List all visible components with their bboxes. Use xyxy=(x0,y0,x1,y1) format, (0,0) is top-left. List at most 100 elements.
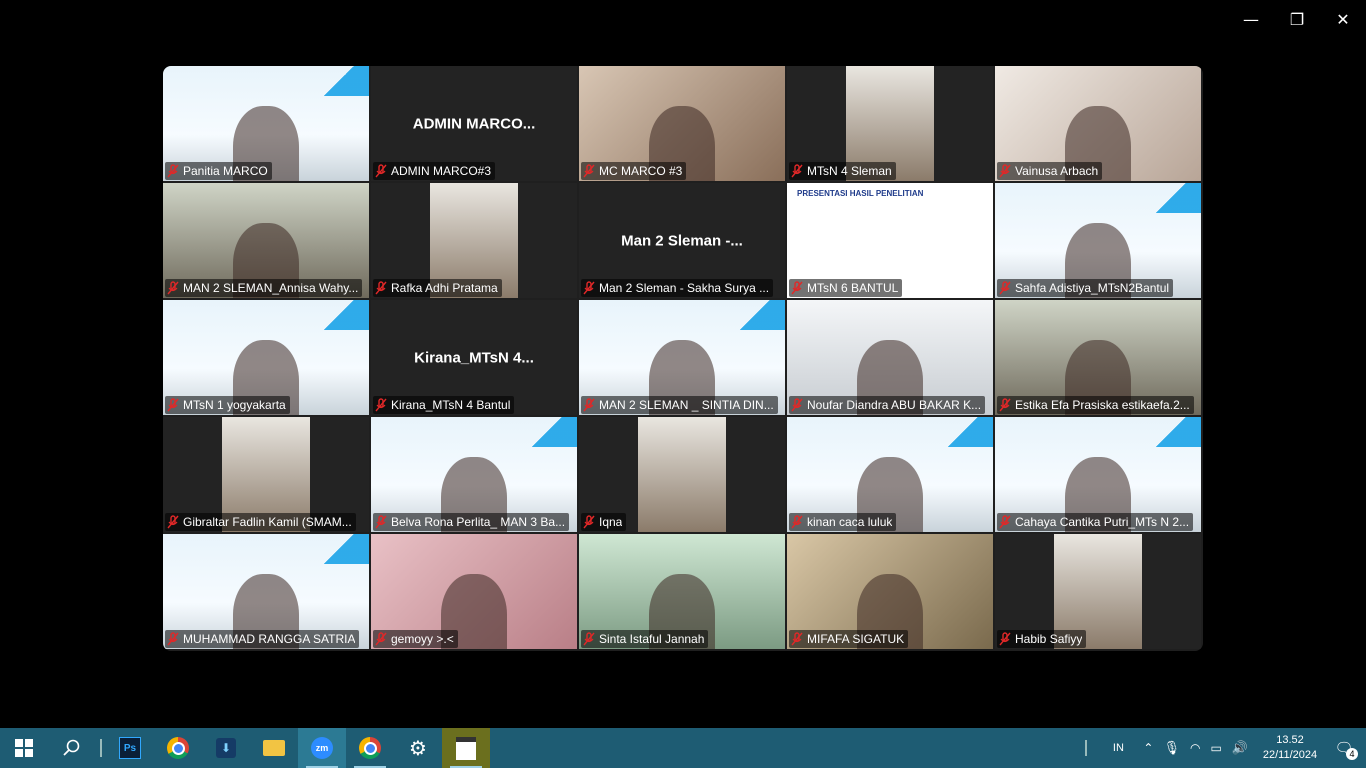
participant-label: Estika Efa Prasiska estikaefa.2... xyxy=(997,396,1194,414)
participant-name: Panitia MARCO xyxy=(183,164,268,178)
participant-tile[interactable]: MUHAMMAD RANGGA SATRIA xyxy=(163,534,369,649)
participant-tile[interactable]: Vainusa Arbach xyxy=(995,66,1201,181)
participant-label: Habib Safiyy xyxy=(997,630,1087,648)
search-button[interactable] xyxy=(48,728,96,768)
participant-name: MUHAMMAD RANGGA SATRIA xyxy=(183,632,356,646)
microphone-icon[interactable]: 🎙 xyxy=(1163,741,1180,756)
volume-icon[interactable]: 🔊 xyxy=(1232,741,1248,756)
mic-muted-icon xyxy=(375,281,387,295)
participant-label: Gibraltar Fadlin Kamil (SMAM... xyxy=(165,513,356,531)
participant-name: gemoyy >.< xyxy=(391,632,454,646)
folder-icon xyxy=(263,740,285,756)
participant-tile[interactable]: Estika Efa Prasiska estikaefa.2... xyxy=(995,300,1201,415)
participant-name: Sinta Istaful Jannah xyxy=(599,632,705,646)
participant-tile[interactable]: MAN 2 SLEMAN _ SINTIA DIN... xyxy=(579,300,785,415)
zoom-app[interactable]: zm xyxy=(298,728,346,768)
minimize-button[interactable]: — xyxy=(1239,8,1263,32)
photoshop-icon: Ps xyxy=(119,737,141,759)
battery-icon[interactable]: ▭ xyxy=(1210,741,1221,755)
close-button[interactable]: ✕ xyxy=(1331,8,1355,32)
start-button[interactable] xyxy=(0,728,48,768)
participant-tile[interactable]: Rafka Adhi Pratama xyxy=(371,183,577,298)
participant-tile[interactable]: Panitia MARCO xyxy=(163,66,369,181)
media-app[interactable] xyxy=(442,728,490,768)
taskbar: Ps ⬇ zm ⚙ IN ⌃ 🎙 ◠ ▭ 🔊 13.52 22/11/2024 … xyxy=(0,728,1366,768)
chevron-up-icon[interactable]: ⌃ xyxy=(1143,741,1153,755)
participant-label: kinan caca luluk xyxy=(789,513,897,531)
clapperboard-icon xyxy=(456,736,476,760)
participant-tile[interactable]: Noufar Diandra ABU BAKAR K... xyxy=(787,300,993,415)
participant-tile[interactable]: Cahaya Cantika Putri_MTs N 2... xyxy=(995,417,1201,532)
participant-tile[interactable]: PRESENTASI HASIL PENELITIAN MTsN 6 BANTUL xyxy=(787,183,993,298)
participant-label: MTsN 6 BANTUL xyxy=(789,279,903,297)
notification-button[interactable]: 🗨 4 xyxy=(1332,736,1358,760)
participant-tile[interactable]: Belva Rona Perlita_ MAN 3 Ba... xyxy=(371,417,577,532)
photoshop-app[interactable]: Ps xyxy=(106,728,154,768)
participant-tile[interactable]: kinan caca luluk xyxy=(787,417,993,532)
restore-button[interactable]: ❐ xyxy=(1285,8,1309,32)
mic-muted-icon xyxy=(167,281,179,295)
participant-tile[interactable]: MAN 2 SLEMAN_Annisa Wahy... xyxy=(163,183,369,298)
settings-app[interactable]: ⚙ xyxy=(394,728,442,768)
participant-name: Noufar Diandra ABU BAKAR K... xyxy=(807,398,982,412)
participant-tile[interactable]: MIFAFA SIGATUK xyxy=(787,534,993,649)
chrome-profile-app[interactable] xyxy=(346,728,394,768)
participant-name-placeholder: Man 2 Sleman -... xyxy=(621,232,743,249)
participant-tile[interactable]: Gibraltar Fadlin Kamil (SMAM... xyxy=(163,417,369,532)
frame-stripe xyxy=(517,417,577,447)
language-indicator[interactable]: IN xyxy=(1103,742,1133,754)
mic-muted-icon xyxy=(583,515,595,529)
mic-muted-icon xyxy=(375,398,387,412)
camera-feed xyxy=(638,417,726,532)
participant-label: Sahfa Adistiya_MTsN2Bantul xyxy=(997,279,1174,297)
participant-tile[interactable]: ADMIN MARCO... ADMIN MARCO#3 xyxy=(371,66,577,181)
chrome-icon xyxy=(359,737,381,759)
participant-label: gemoyy >.< xyxy=(373,630,458,648)
participant-tile[interactable]: MTsN 4 Sleman xyxy=(787,66,993,181)
participant-name: MAN 2 SLEMAN_Annisa Wahy... xyxy=(183,281,359,295)
participant-label: MIFAFA SIGATUK xyxy=(789,630,909,648)
participant-label: Belva Rona Perlita_ MAN 3 Ba... xyxy=(373,513,570,531)
frame-stripe xyxy=(309,300,369,330)
mic-muted-icon xyxy=(791,164,803,178)
participant-label: ADMIN MARCO#3 xyxy=(373,162,496,180)
participant-tile[interactable]: Iqna xyxy=(579,417,785,532)
participant-name: Gibraltar Fadlin Kamil (SMAM... xyxy=(183,515,352,529)
participant-tile[interactable]: MTsN 1 yogyakarta xyxy=(163,300,369,415)
mic-muted-icon xyxy=(375,164,387,178)
participant-tile[interactable]: Sinta Istaful Jannah xyxy=(579,534,785,649)
participant-tile[interactable]: Habib Safiyy xyxy=(995,534,1201,649)
mic-muted-icon xyxy=(583,632,595,646)
mic-muted-icon xyxy=(791,398,803,412)
file-explorer-app[interactable] xyxy=(250,728,298,768)
wifi-icon[interactable]: ◠ xyxy=(1190,741,1200,755)
mic-muted-icon xyxy=(375,515,387,529)
chrome-icon xyxy=(167,737,189,759)
mic-muted-icon xyxy=(999,515,1011,529)
participant-label: Noufar Diandra ABU BAKAR K... xyxy=(789,396,986,414)
notification-count: 4 xyxy=(1346,748,1358,760)
frame-stripe xyxy=(309,66,369,96)
participant-name-placeholder: ADMIN MARCO... xyxy=(412,115,536,132)
participant-name: Vainusa Arbach xyxy=(1015,164,1099,178)
participant-tile[interactable]: Kirana_MTsN 4... Kirana_MTsN 4 Bantul xyxy=(371,300,577,415)
participant-label: MC MARCO #3 xyxy=(581,162,687,180)
participant-name: Iqna xyxy=(599,515,623,529)
participant-name: ADMIN MARCO#3 xyxy=(391,164,492,178)
mic-muted-icon xyxy=(375,632,387,646)
frame-stripe xyxy=(725,300,785,330)
app-blue[interactable]: ⬇ xyxy=(202,728,250,768)
participant-label: MTsN 1 yogyakarta xyxy=(165,396,290,414)
participant-tile[interactable]: Sahfa Adistiya_MTsN2Bantul xyxy=(995,183,1201,298)
mic-muted-icon xyxy=(583,398,595,412)
mic-muted-icon xyxy=(999,632,1011,646)
participant-tile[interactable]: MC MARCO #3 xyxy=(579,66,785,181)
participant-tile[interactable]: gemoyy >.< xyxy=(371,534,577,649)
chrome-app[interactable] xyxy=(154,728,202,768)
participant-tile[interactable]: Man 2 Sleman -... Man 2 Sleman - Sakha Su… xyxy=(579,183,785,298)
participant-name: MTsN 1 yogyakarta xyxy=(183,398,286,412)
participant-name: MTsN 6 BANTUL xyxy=(807,281,899,295)
participant-name: Sahfa Adistiya_MTsN2Bantul xyxy=(1015,281,1170,295)
clock[interactable]: 13.52 22/11/2024 xyxy=(1258,733,1322,763)
participant-label: Vainusa Arbach xyxy=(997,162,1103,180)
